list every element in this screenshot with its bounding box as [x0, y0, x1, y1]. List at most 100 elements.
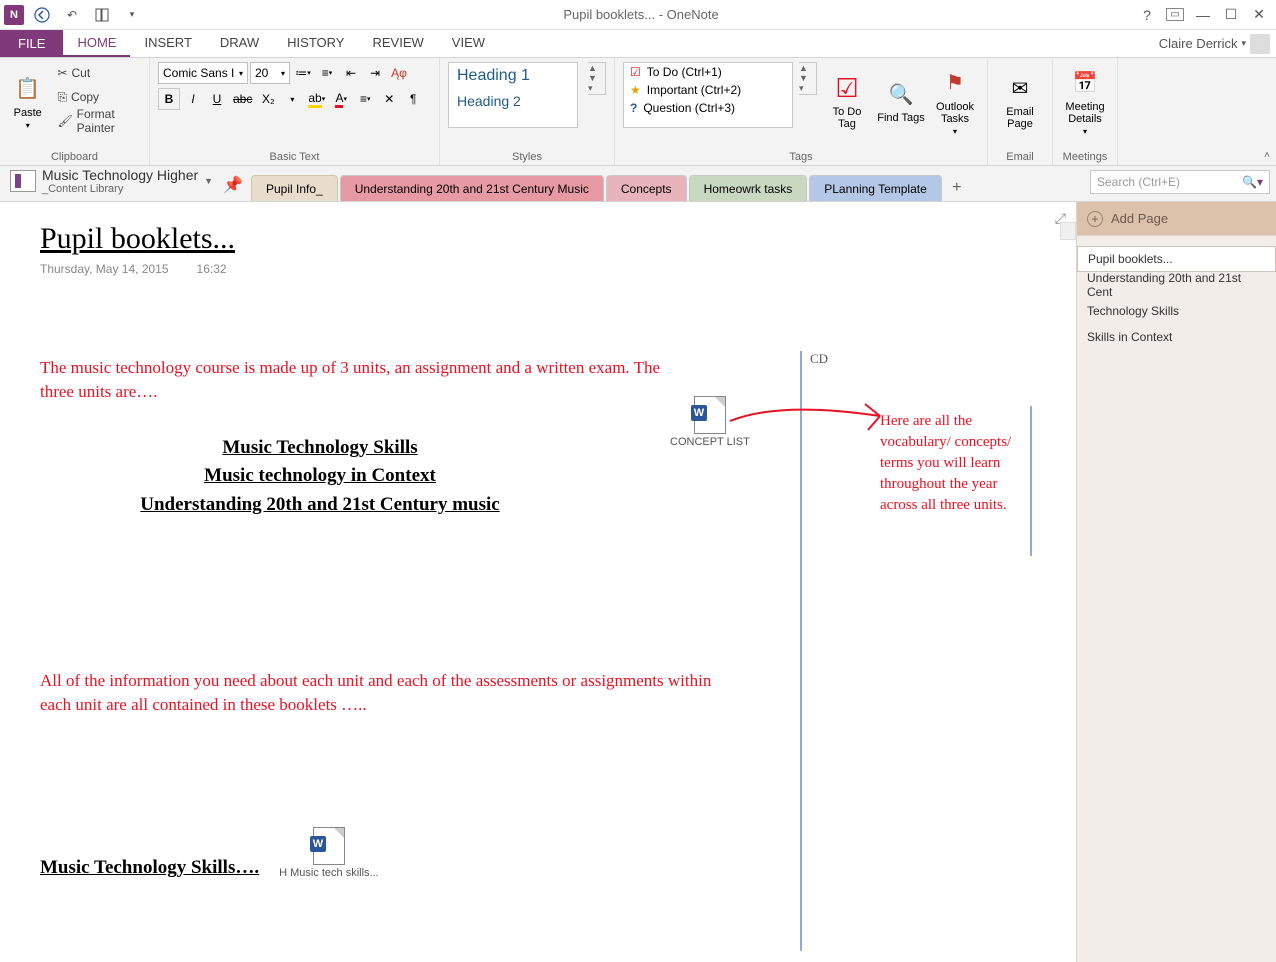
styles-gallery[interactable]: Heading 1 Heading 2 — [448, 62, 578, 128]
ribbon-display-button[interactable]: ▭ — [1166, 8, 1184, 21]
find-tags-button[interactable]: 🔍Find Tags — [877, 62, 925, 140]
tag-todo[interactable]: ☑To Do (Ctrl+1) — [624, 63, 792, 81]
close-button[interactable]: ✕ — [1250, 6, 1268, 23]
indent-button[interactable]: ⇥ — [364, 62, 386, 84]
paragraph-mark-button[interactable]: ¶ — [402, 88, 424, 110]
undo-button[interactable]: ↶ — [60, 3, 84, 27]
clear-format-button[interactable]: Ąφ — [388, 62, 410, 84]
styles-group: Heading 1 Heading 2 ▲▼▾ Styles — [440, 58, 615, 165]
tags-label: Tags — [623, 149, 979, 163]
attachment-h-music[interactable]: H Music tech skills... — [279, 827, 379, 879]
numbering-button[interactable]: ≡▾ — [316, 62, 338, 84]
home-tab[interactable]: HOME — [63, 30, 130, 57]
heading1-style[interactable]: Heading 1 — [449, 63, 577, 89]
page-list-panel: + Add Page Pupil booklets... Understandi… — [1076, 202, 1276, 962]
calendar-icon: 📅 — [1069, 67, 1101, 99]
format-painter-button[interactable]: 🖌Format Painter — [53, 110, 141, 132]
tag-question[interactable]: ?Question (Ctrl+3) — [624, 99, 792, 117]
strike-button[interactable]: abc — [230, 88, 255, 110]
history-tab[interactable]: HISTORY — [273, 30, 358, 57]
paste-button[interactable]: 📋 Paste▾ — [8, 62, 47, 140]
envelope-icon: ✉ — [1004, 72, 1036, 104]
cut-button[interactable]: ✂Cut — [53, 62, 141, 84]
underline-button[interactable]: U — [206, 88, 228, 110]
info-para[interactable]: All of the information you need about ea… — [40, 669, 740, 717]
page-item-tech-skills[interactable]: Technology Skills — [1077, 298, 1276, 324]
search-input[interactable]: Search (Ctrl+E) 🔍▾ — [1090, 170, 1270, 194]
email-page-button[interactable]: ✉Email Page — [996, 62, 1044, 140]
user-avatar-icon[interactable] — [1250, 34, 1270, 54]
file-tab[interactable]: FILE — [0, 30, 63, 57]
tags-gallery[interactable]: ☑To Do (Ctrl+1) ★Important (Ctrl+2) ?Que… — [623, 62, 793, 128]
ribbon: 📋 Paste▾ ✂Cut ⎘Copy 🖌Format Painter Clip… — [0, 58, 1276, 166]
section-tab-planning[interactable]: PLanning Template — [809, 175, 942, 201]
add-section-button[interactable]: + — [944, 179, 970, 201]
pin-icon[interactable]: 📌 — [221, 175, 251, 201]
bullets-button[interactable]: ≔▾ — [292, 62, 314, 84]
draw-tab[interactable]: DRAW — [206, 30, 273, 57]
page-title[interactable]: Pupil booklets... — [40, 222, 1076, 256]
section-tab-understanding[interactable]: Understanding 20th and 21st Century Musi… — [340, 175, 604, 201]
font-color-button[interactable]: A▾ — [330, 88, 352, 110]
back-button[interactable] — [30, 3, 54, 27]
copy-icon: ⎘ — [57, 90, 67, 105]
dock-button[interactable] — [90, 3, 114, 27]
insert-tab[interactable]: INSERT — [130, 30, 205, 57]
review-tab[interactable]: REVIEW — [358, 30, 437, 57]
highlight-button[interactable]: ab▾ — [305, 88, 328, 110]
intro-text[interactable]: The music technology course is made up o… — [40, 356, 680, 404]
font-combo[interactable]: Comic Sans I▾ — [158, 62, 248, 84]
page-item-skills-context[interactable]: Skills in Context — [1077, 324, 1276, 350]
minimize-button[interactable]: — — [1194, 7, 1212, 23]
delete-button[interactable]: ✕ — [378, 88, 400, 110]
italic-button[interactable]: I — [182, 88, 204, 110]
search-placeholder: Search (Ctrl+E) — [1097, 175, 1180, 189]
cd-label[interactable]: CD — [810, 351, 828, 367]
qat-customize[interactable]: ▾ — [120, 3, 144, 27]
page-item-understanding[interactable]: Understanding 20th and 21st Cent — [1077, 272, 1276, 298]
page-canvas[interactable]: ⤢ Pupil booklets... Thursday, May 14, 20… — [0, 202, 1076, 962]
tag-important[interactable]: ★Important (Ctrl+2) — [624, 81, 792, 99]
notebook-dropdown[interactable]: Music Technology Higher _Content Library… — [0, 168, 221, 201]
side-note[interactable]: Here are all the vocabulary/ concepts/ t… — [880, 411, 1030, 516]
user-name[interactable]: Claire Derrick — [1159, 36, 1238, 51]
page-item-booklets[interactable]: Pupil booklets... — [1077, 246, 1276, 272]
section2-title[interactable]: Music Technology Skills…. — [40, 857, 259, 879]
outdent-button[interactable]: ⇤ — [340, 62, 362, 84]
clipboard-group: 📋 Paste▾ ✂Cut ⎘Copy 🖌Format Painter Clip… — [0, 58, 150, 165]
onenote-app-icon: N — [4, 5, 24, 25]
bold-button[interactable]: B — [158, 88, 180, 110]
styles-expand[interactable]: ▲▼▾ — [588, 62, 606, 95]
maximize-button[interactable]: ☐ — [1222, 6, 1240, 23]
unit3-text[interactable]: Understanding 20th and 21st Century musi… — [40, 491, 600, 520]
help-button[interactable]: ? — [1138, 7, 1156, 23]
email-label: Email — [996, 149, 1044, 163]
unit1-text[interactable]: Music Technology Skills — [40, 434, 600, 463]
collapse-ribbon-button[interactable]: ˄ — [1264, 150, 1270, 161]
full-page-view-button[interactable]: ⤢ — [1055, 210, 1066, 227]
tags-group: ☑To Do (Ctrl+1) ★Important (Ctrl+2) ?Que… — [615, 58, 988, 165]
flag-icon: ⚑ — [939, 67, 971, 99]
heading2-style[interactable]: Heading 2 — [449, 89, 577, 113]
word-doc-icon-2 — [313, 827, 345, 865]
section-tab-pupil-info[interactable]: Pupil Info_ — [251, 175, 338, 201]
outlook-tasks-button[interactable]: ⚑Outlook Tasks▾ — [931, 62, 979, 140]
section-tab-homework[interactable]: Homeowrk tasks — [689, 175, 808, 201]
basic-text-label: Basic Text — [158, 149, 431, 163]
subscript-button[interactable]: X₂ — [257, 88, 279, 110]
notebook-name: Music Technology Higher — [42, 168, 198, 183]
star-icon: ★ — [630, 83, 641, 97]
copy-button[interactable]: ⎘Copy — [53, 86, 141, 108]
tags-expand[interactable]: ▲▼▾ — [799, 62, 817, 95]
unit2-text[interactable]: Music technology in Context — [40, 462, 600, 491]
section-tab-concepts[interactable]: Concepts — [606, 175, 687, 201]
todo-tag-button[interactable]: ☑To Do Tag — [823, 62, 871, 140]
title-bar: N ↶ ▾ Pupil booklets... - OneNote ? ▭ — … — [0, 0, 1276, 30]
plus-icon: + — [1087, 211, 1103, 227]
view-tab[interactable]: VIEW — [438, 30, 499, 57]
meetings-group: 📅Meeting Details▾ Meetings — [1053, 58, 1118, 165]
meeting-details-button[interactable]: 📅Meeting Details▾ — [1061, 62, 1109, 140]
align-button[interactable]: ≡▾ — [354, 88, 376, 110]
font-size-combo[interactable]: 20▾ — [250, 62, 290, 84]
add-page-button[interactable]: + Add Page — [1077, 202, 1276, 236]
